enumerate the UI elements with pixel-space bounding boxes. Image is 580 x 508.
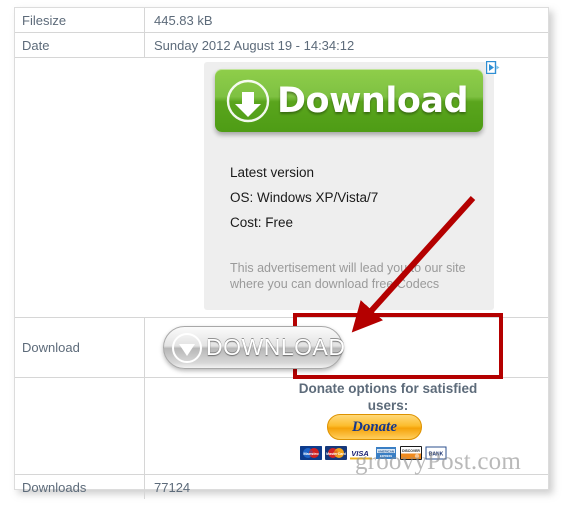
download-arrow-circle-icon <box>226 79 270 122</box>
american-express-card-logo: AMERICAN EXPRESS <box>375 446 397 460</box>
svg-text:MasterCard: MasterCard <box>326 452 346 456</box>
accepted-payment-logos: Maestro MasterCard VISA AMERICAN EXPRESS… <box>300 446 447 460</box>
donate-cell: Donate options for satisfied users: Dona… <box>145 378 548 474</box>
svg-text:VISA: VISA <box>351 449 369 458</box>
download-info-card: Filesize 445.83 kB Date Sunday 2012 Augu… <box>14 7 549 499</box>
date-label: Date <box>15 33 145 57</box>
svg-text:DISCOVER: DISCOVER <box>402 449 420 453</box>
table-row-downloads: Downloads 77124 <box>15 475 548 499</box>
ad-latest-version-text: Latest version <box>230 165 315 180</box>
download-cell: DOWNLOAD <box>145 313 548 379</box>
downloads-value: 77124 <box>154 479 191 495</box>
download-arrow-circle-icon <box>172 332 202 363</box>
donate-heading: Donate options for satisfied users: <box>298 381 478 413</box>
ad-cost-text: Cost: Free <box>230 215 294 230</box>
donate-empty-label <box>15 378 145 474</box>
downloads-label: Downloads <box>15 475 145 499</box>
advertisement-panel[interactable]: Download Latest version OS: Windows XP/V… <box>204 60 500 310</box>
filesize-label: Filesize <box>15 8 145 32</box>
ad-disclaimer-text: This advertisement will lead you to our … <box>230 261 466 291</box>
table-row-advertisement: Download Latest version OS: Windows XP/V… <box>15 58 548 318</box>
svg-text:BANK: BANK <box>429 452 444 458</box>
adchoices-icon[interactable] <box>485 60 501 75</box>
donate-button[interactable]: Donate <box>327 414 422 440</box>
download-button[interactable]: DOWNLOAD <box>163 326 346 369</box>
ad-download-button-label: Download <box>277 80 469 121</box>
filesize-value: 445.83 kB <box>154 12 213 28</box>
table-row-download: Download DOWNLOAD <box>15 313 548 379</box>
table-row-date: Date Sunday 2012 August 19 - 14:34:12 <box>15 33 548 58</box>
page-background: Filesize 445.83 kB Date Sunday 2012 Augu… <box>0 0 580 508</box>
svg-text:AMERICAN: AMERICAN <box>378 449 394 453</box>
date-value: Sunday 2012 August 19 - 14:34:12 <box>154 37 355 53</box>
ad-os-text: OS: Windows XP/Vista/7 <box>230 190 379 205</box>
table-row-donate: Donate options for satisfied users: Dona… <box>15 378 548 475</box>
maestro-card-logo: Maestro <box>300 446 322 460</box>
ad-download-button[interactable]: Download <box>215 69 483 132</box>
donate-button-label: Donate <box>352 418 397 435</box>
svg-text:EXPRESS: EXPRESS <box>380 454 393 458</box>
download-button-label: DOWNLOAD <box>206 334 346 360</box>
table-row-filesize: Filesize 445.83 kB <box>15 8 548 33</box>
bank-transfer-logo: BANK <box>425 446 447 460</box>
svg-text:Maestro: Maestro <box>303 451 319 456</box>
visa-card-logo: VISA <box>350 446 372 460</box>
download-label: Download <box>15 318 145 377</box>
mastercard-card-logo: MasterCard <box>325 446 347 460</box>
discover-card-logo: DISCOVER <box>400 446 422 460</box>
